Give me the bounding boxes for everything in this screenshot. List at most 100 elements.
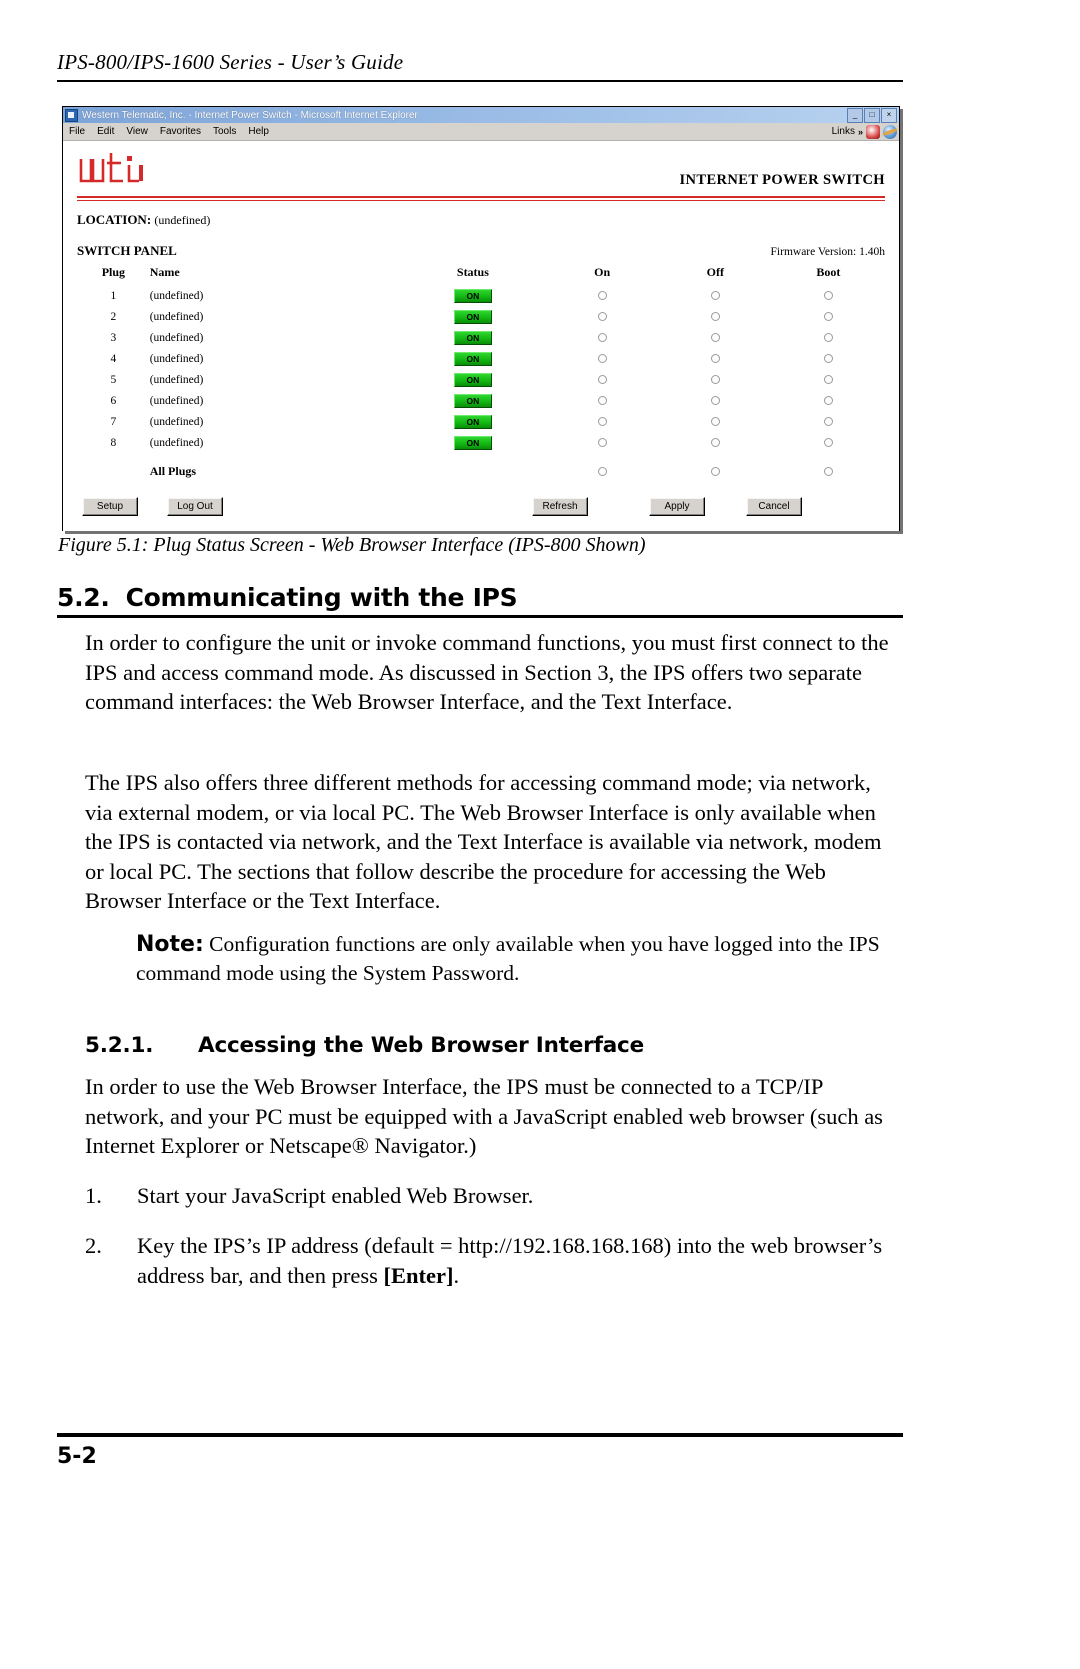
radio-boot[interactable] [823,312,833,322]
radio-off[interactable] [710,291,720,301]
radio-boot[interactable] [823,417,833,427]
radio-off-cell [659,369,772,390]
radio-on-cell [546,453,659,483]
subsection-title: Accessing the Web Browser Interface [198,1033,644,1058]
radio-off-cell [659,306,772,327]
browser-page-content: INTERNET POWER SWITCH LOCATION: (undefin… [63,141,899,531]
radio-on[interactable] [597,291,607,301]
radio-on[interactable] [597,396,607,406]
radio-on[interactable] [597,375,607,385]
radio-on[interactable] [597,438,607,448]
radio-off[interactable] [710,333,720,343]
footer-rule [57,1433,903,1437]
radio-boot[interactable] [823,375,833,385]
column-header-status: Status [456,265,489,279]
radio-off[interactable] [710,312,720,322]
radio-off-cell [659,348,772,369]
menu-item-view[interactable]: View [120,126,154,137]
page-header-title: IPS-800/IPS-1600 Series - User’s Guide [57,50,404,74]
cancel-button[interactable]: Cancel [746,496,802,516]
subsection-number: 5.2.1. [85,1033,154,1058]
logout-button[interactable]: Log Out [167,496,223,516]
banner-rules [77,196,885,201]
page-number: 5-2 [57,1444,97,1469]
ie-document-icon [65,108,78,122]
radio-boot[interactable] [823,354,833,364]
enter-key-label: [Enter] [383,1262,454,1288]
radio-all-on[interactable] [597,467,607,477]
menu-item-help[interactable]: Help [242,126,275,137]
plug-table-body: 1 (undefined) ON 2 (undefined) ON 3 (und… [77,285,885,483]
radio-boot-cell [772,306,885,327]
apply-button[interactable]: Apply [649,496,705,516]
links-label[interactable]: Links [832,126,855,137]
browser-title-text: Western Telematic, Inc. - Internet Power… [82,109,418,121]
minimize-button[interactable]: _ [847,108,863,123]
column-header-boot: Boot [816,265,841,279]
menu-item-favorites[interactable]: Favorites [154,126,207,137]
list-item-text-after: . [453,1262,460,1288]
menu-item-file[interactable]: File [63,126,91,137]
radio-on[interactable] [597,312,607,322]
subsection-heading: 5.2.1. Accessing the Web Browser Interfa… [85,1033,903,1058]
radio-off[interactable] [710,417,720,427]
radio-boot-cell [772,390,885,411]
all-plugs-row: All Plugs [77,453,885,483]
plug-name: (undefined) [149,310,204,323]
all-plugs-status-cell [400,453,545,483]
plug-number: 6 [110,394,117,407]
radio-on[interactable] [597,417,607,427]
status-badge: ON [453,288,492,303]
plug-number: 7 [110,415,117,428]
list-item-text-before: Key the IPS’s IP address (default = http… [137,1233,883,1288]
radio-off[interactable] [710,396,720,406]
menu-item-edit[interactable]: Edit [91,126,120,137]
action-button-row: Setup Log Out Refresh Apply Cancel [77,496,885,519]
section-heading-inner: 5.2. Communicating with the IPS [57,583,903,615]
chevron-right-icon[interactable]: » [858,127,863,137]
menu-item-tools[interactable]: Tools [207,126,242,137]
numbered-list-item-1: 1. Start your JavaScript enabled Web Bro… [85,1181,903,1229]
radio-boot-cell [772,411,885,432]
radio-boot[interactable] [823,291,833,301]
status-badge: ON [453,435,492,450]
status-badge: ON [453,414,492,429]
radio-on-cell [546,432,659,453]
page-header: IPS-800/IPS-1600 Series - User’s Guide [57,50,903,82]
refresh-button[interactable]: Refresh [532,496,588,516]
radio-on[interactable] [597,333,607,343]
radio-off[interactable] [710,354,720,364]
plug-status-cell: ON [400,306,545,327]
plug-number: 8 [110,436,117,449]
wti-logo-icon [77,151,177,191]
close-button[interactable]: × [881,108,897,123]
ie-logo-icon[interactable] [866,124,880,139]
radio-boot[interactable] [823,333,833,343]
section-heading: 5.2. Communicating with the IPS [57,583,903,618]
setup-button[interactable]: Setup [82,496,138,516]
radio-boot[interactable] [823,396,833,406]
plug-status-cell: ON [400,369,545,390]
radio-all-off[interactable] [710,467,720,477]
browser-window-screenshot: Western Telematic, Inc. - Internet Power… [62,106,900,531]
radio-boot-cell [772,369,885,390]
subsection-paragraph: In order to use the Web Browser Interfac… [85,1074,883,1158]
plug-number: 4 [110,352,117,365]
plug-name: (undefined) [149,373,204,386]
plug-number: 1 [110,289,117,302]
table-row: 4 (undefined) ON [77,348,885,369]
all-plugs-spacer [77,453,150,483]
window-controls: _ □ × [847,108,897,123]
radio-off[interactable] [710,438,720,448]
radio-off[interactable] [710,375,720,385]
section-paragraph-2: The IPS also offers three different meth… [85,770,882,913]
radio-on-cell [546,411,659,432]
radio-on[interactable] [597,354,607,364]
maximize-button[interactable]: □ [864,108,880,123]
windows-messenger-icon[interactable] [883,124,897,139]
location-row: LOCATION: (undefined) [77,212,885,228]
radio-boot[interactable] [823,438,833,448]
radio-all-boot[interactable] [823,467,833,477]
radio-on-cell [546,369,659,390]
radio-off-cell [659,432,772,453]
